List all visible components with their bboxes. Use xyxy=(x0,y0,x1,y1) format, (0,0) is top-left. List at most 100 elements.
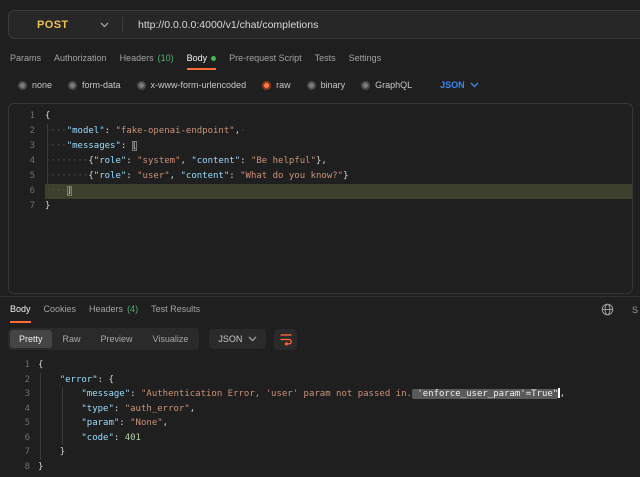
code-line[interactable]: 6····] xyxy=(9,184,632,199)
modified-dot-icon xyxy=(211,56,216,61)
line-number: 7 xyxy=(8,445,30,460)
url-input[interactable]: http://0.0.0.0:4000/v1/chat/completions xyxy=(138,19,318,31)
postman-app: POST http://0.0.0.0:4000/v1/chat/complet… xyxy=(0,0,640,477)
tab-label: Params xyxy=(10,53,41,63)
response-toolbar: Pretty Raw Preview Visualize JSON xyxy=(8,328,297,350)
code-line[interactable]: 5 "param": "None", xyxy=(8,416,640,431)
tab-label: Body xyxy=(187,53,208,63)
request-language-dropdown[interactable]: JSON xyxy=(440,80,479,90)
request-editor[interactable]: 1{2····"model": "fake-openai-endpoint",·… xyxy=(8,103,633,294)
line-number: 4 xyxy=(9,154,35,169)
mode-binary[interactable]: binary xyxy=(307,80,346,90)
wrap-text-button[interactable] xyxy=(274,329,297,350)
divider xyxy=(122,17,123,32)
globe-icon[interactable] xyxy=(601,303,614,316)
code-line[interactable]: 6 "code": 401 xyxy=(8,431,640,446)
code-line[interactable]: 2 "error": { xyxy=(8,373,640,388)
tab-label: Pre-request Script xyxy=(229,53,302,63)
mode-label: none xyxy=(32,80,52,90)
tab-authorization[interactable]: Authorization xyxy=(54,48,107,70)
line-number: 3 xyxy=(8,387,30,402)
response-tab-headers[interactable]: Headers (4) xyxy=(89,297,138,323)
line-number: 6 xyxy=(9,184,35,199)
tab-label: Test Results xyxy=(151,304,200,314)
tab-pre-request-script[interactable]: Pre-request Script xyxy=(229,48,302,70)
clipped-status-text: S xyxy=(632,305,638,315)
mode-graphql[interactable]: GraphQL xyxy=(361,80,412,90)
code-line[interactable]: 8} xyxy=(8,460,640,475)
mode-label: raw xyxy=(276,80,291,90)
request-code: 1{2····"model": "fake-openai-endpoint",·… xyxy=(9,109,632,214)
language-label: JSON xyxy=(440,80,465,90)
indent-guide xyxy=(40,373,41,460)
tab-body[interactable]: Body xyxy=(187,48,217,70)
chevron-down-icon xyxy=(100,22,109,28)
response-editor[interactable]: 1{2 "error": {3 "message": "Authenticati… xyxy=(0,354,640,477)
mode-label: GraphQL xyxy=(375,80,412,90)
line-number: 4 xyxy=(8,402,30,417)
line-number: 1 xyxy=(9,109,35,124)
response-meta: S xyxy=(601,303,638,316)
code-line[interactable]: 7 } xyxy=(8,445,640,460)
chevron-down-icon xyxy=(248,336,257,342)
tab-headers[interactable]: Headers (10) xyxy=(120,48,174,70)
radio-icon xyxy=(137,81,146,90)
method-label: POST xyxy=(37,19,69,31)
view-switcher: Pretty Raw Preview Visualize xyxy=(8,328,199,350)
radio-selected-icon xyxy=(262,81,271,90)
line-number: 6 xyxy=(8,431,30,446)
code-line[interactable]: 4········{"role": "system", "content": "… xyxy=(9,154,632,169)
view-preview[interactable]: Preview xyxy=(92,330,142,348)
method-selector[interactable]: POST xyxy=(9,19,109,31)
body-mode-row: none form-data x-www-form-urlencoded raw… xyxy=(0,74,640,96)
tab-settings[interactable]: Settings xyxy=(349,48,382,70)
line-number: 5 xyxy=(8,416,30,431)
tab-label: Settings xyxy=(349,53,382,63)
code-line[interactable]: 1{ xyxy=(9,109,632,124)
tab-label: Authorization xyxy=(54,53,107,63)
request-url-bar: POST http://0.0.0.0:4000/v1/chat/complet… xyxy=(8,10,640,39)
view-visualize[interactable]: Visualize xyxy=(144,330,198,348)
response-tabs-row: Body Cookies Headers (4) Test Results xyxy=(0,296,640,323)
tab-label: Body xyxy=(10,304,31,314)
code-line[interactable]: 5········{"role": "user", "content": "Wh… xyxy=(9,169,632,184)
code-line[interactable]: 2····"model": "fake-openai-endpoint",· xyxy=(9,124,632,139)
tab-label: Cookies xyxy=(44,304,77,314)
response-code: 1{2 "error": {3 "message": "Authenticati… xyxy=(8,358,640,474)
response-tab-body[interactable]: Body xyxy=(10,297,31,323)
response-language-dropdown[interactable]: JSON xyxy=(209,329,266,349)
text-wrap-icon xyxy=(279,332,293,346)
code-line[interactable]: 7} xyxy=(9,199,632,214)
view-raw[interactable]: Raw xyxy=(54,330,90,348)
line-number: 7 xyxy=(9,199,35,214)
mode-raw[interactable]: raw xyxy=(262,80,291,90)
code-line[interactable]: 3 "message": "Authentication Error, 'use… xyxy=(8,387,640,402)
code-line[interactable]: 3····"messages": [ xyxy=(9,139,632,154)
radio-icon xyxy=(361,81,370,90)
mode-x-www-form-urlencoded[interactable]: x-www-form-urlencoded xyxy=(137,80,247,90)
radio-icon xyxy=(307,81,316,90)
mode-form-data[interactable]: form-data xyxy=(68,80,121,90)
line-number: 5 xyxy=(9,169,35,184)
code-line[interactable]: 1{ xyxy=(8,358,640,373)
mode-none[interactable]: none xyxy=(18,80,52,90)
response-tab-test-results[interactable]: Test Results xyxy=(151,297,200,323)
request-tabs: Params Authorization Headers (10) Body Pr… xyxy=(0,48,640,70)
tab-tests[interactable]: Tests xyxy=(315,48,336,70)
mode-label: form-data xyxy=(82,80,121,90)
tab-label: Tests xyxy=(315,53,336,63)
line-number: 3 xyxy=(9,139,35,154)
radio-icon xyxy=(18,81,27,90)
headers-count: (4) xyxy=(127,304,138,314)
response-tab-cookies[interactable]: Cookies xyxy=(44,297,77,323)
tab-label: Headers xyxy=(120,53,154,63)
line-number: 8 xyxy=(8,460,30,475)
code-line[interactable]: 4 "type": "auth_error", xyxy=(8,402,640,417)
tab-params[interactable]: Params xyxy=(10,48,41,70)
mode-label: x-www-form-urlencoded xyxy=(151,80,247,90)
headers-count: (10) xyxy=(158,53,174,63)
tab-label: Headers xyxy=(89,304,123,314)
indent-guide xyxy=(62,387,63,445)
line-number: 2 xyxy=(8,373,30,388)
view-pretty[interactable]: Pretty xyxy=(10,330,52,348)
